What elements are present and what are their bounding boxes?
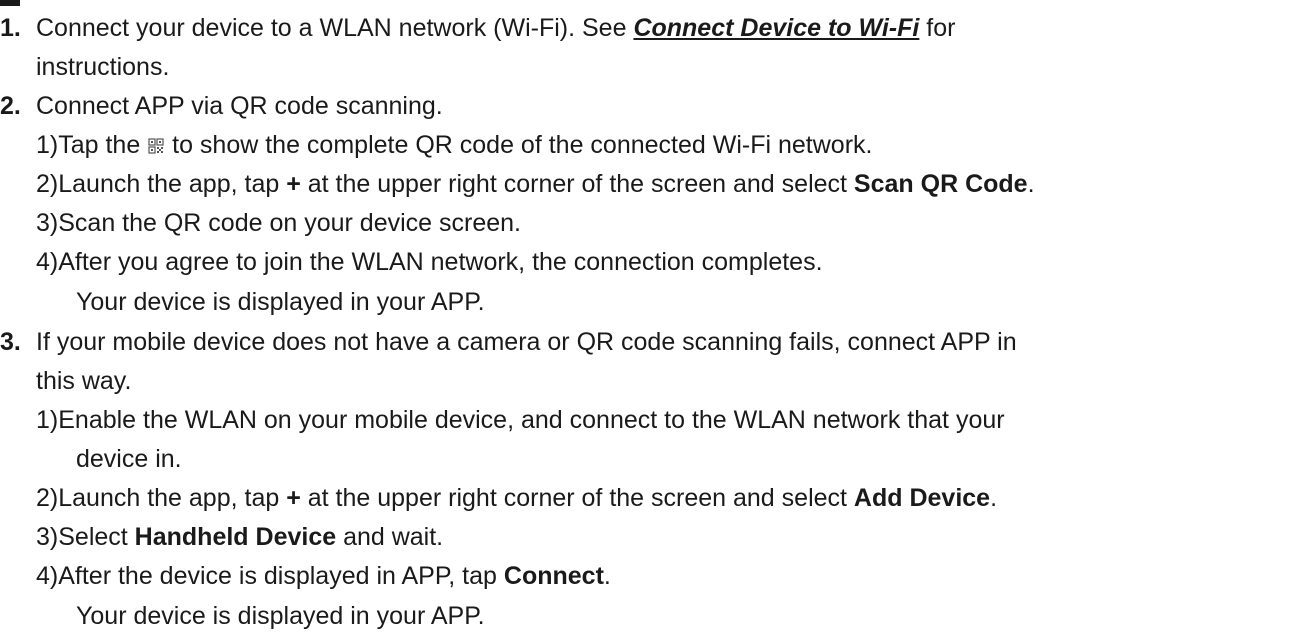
substep-3-3: 3)Select Handheld Device and wait. [0,525,443,550]
substep-text: After you agree to join the WLAN network… [58,248,823,276]
substep-3-4: 4)After the device is displayed in APP, … [0,564,611,589]
substep-number: 2) [36,170,59,198]
substep-text: Enable the WLAN on your mobile device, a… [58,406,1005,434]
step-1: 1. Connect your device to a WLAN network … [0,16,955,41]
substep-text-middle: at the upper right corner of the screen … [300,484,854,512]
substep-2-4: 4)After you agree to join the WLAN netwo… [0,250,823,275]
step-text-suffix: for [919,14,956,42]
substep-2-2: 2)Launch the app, tap + at the upper rig… [0,172,1035,197]
substep-text: After the device is displayed in APP, ta… [58,562,504,590]
substep-text-suffix: . [603,562,611,590]
substep-text: device in. [76,445,182,473]
instructions-document: 1. Connect your device to a WLAN network … [0,0,1307,633]
step-3-result: Your device is displayed in your APP. [0,604,485,629]
step-text: this way. [36,367,132,395]
substep-2-3: 3)Scan the QR code on your device screen… [0,211,521,236]
scan-qr-code-label: Scan QR Code [853,170,1028,198]
substep-text: Tap the [58,131,148,159]
step-3: 3. If your mobile device does not have a … [0,330,1017,355]
substep-text-suffix: . [990,484,998,512]
result-text: Your device is displayed in your APP. [76,288,485,316]
substep-number: 1) [36,406,59,434]
substep-3-1-continuation: device in. [0,447,182,472]
step-number: 2. [0,92,21,120]
substep-3-1: 1)Enable the WLAN on your mobile device,… [0,408,1005,433]
step-text: Connect APP via QR code scanning. [36,92,443,120]
qr-code-icon [148,138,164,154]
substep-number: 3) [36,523,59,551]
connect-label: Connect [503,562,604,590]
add-device-label: Add Device [853,484,991,512]
substep-2-1: 1)Tap the to show the complete QR code o… [0,133,872,158]
step-text: instructions. [36,53,170,81]
cut-off-heading-fragment [0,0,20,6]
step-text: If your mobile device does not have a ca… [36,328,1017,356]
substep-number: 3) [36,209,59,237]
substep-number: 4) [36,562,59,590]
step-3-continuation: this way. [0,369,131,394]
substep-text-suffix: . [1027,170,1035,198]
step-2-result: Your device is displayed in your APP. [0,290,485,315]
plus-symbol: + [286,484,301,512]
step-2: 2. Connect APP via QR code scanning. [0,94,443,119]
substep-text: Select [58,523,135,551]
substep-text-suffix: to show the complete QR code of the conn… [165,131,873,159]
substep-text: Launch the app, tap [58,170,287,198]
substep-text-suffix: and wait. [336,523,444,551]
step-text: Connect your device to a WLAN network (W… [36,14,634,42]
substep-number: 1) [36,131,59,159]
step-number: 3. [0,328,21,356]
substep-text-middle: at the upper right corner of the screen … [300,170,854,198]
substep-text: Scan the QR code on your device screen. [58,209,521,237]
step-number: 1. [0,14,21,42]
substep-number: 4) [36,248,59,276]
handheld-device-label: Handheld Device [134,523,337,551]
plus-symbol: + [286,170,301,198]
substep-3-2: 2)Launch the app, tap + at the upper rig… [0,486,997,511]
substep-text: Launch the app, tap [58,484,287,512]
connect-device-to-wifi-link[interactable]: Connect Device to Wi-Fi [633,14,919,42]
step-1-continuation: instructions. [0,55,169,80]
result-text: Your device is displayed in your APP. [76,602,485,630]
substep-number: 2) [36,484,59,512]
